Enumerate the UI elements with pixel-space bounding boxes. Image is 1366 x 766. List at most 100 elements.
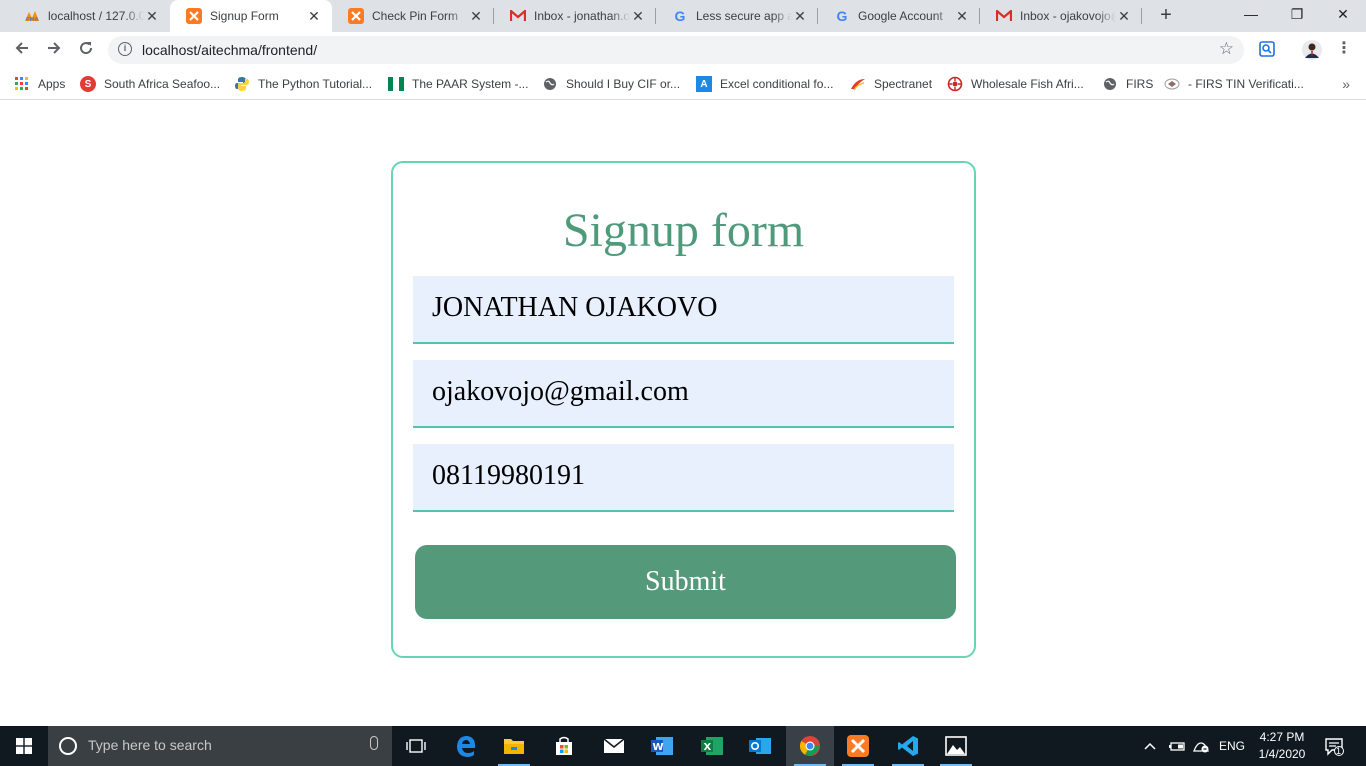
- bookmark-star-icon[interactable]: ☆: [1219, 39, 1234, 59]
- svg-text:PMA: PMA: [26, 17, 39, 22]
- bookmark-label: The PAAR System -...: [412, 77, 529, 91]
- tab-signup-form[interactable]: Signup Form ✕: [170, 0, 332, 32]
- close-icon[interactable]: ✕: [144, 8, 160, 25]
- bookmark-label: FIRS: [1126, 77, 1154, 91]
- bookmarks-overflow-button[interactable]: »: [1342, 76, 1350, 92]
- forward-button[interactable]: [42, 38, 66, 62]
- show-hidden-icons-button[interactable]: [1144, 726, 1156, 766]
- windows-logo-icon: [16, 738, 32, 754]
- spectranet-icon: [850, 76, 866, 92]
- tab-google-account[interactable]: G Google Account ✕: [818, 0, 980, 32]
- close-icon[interactable]: ✕: [306, 8, 322, 25]
- tab-title: Inbox - jonathan.ojakovo@gmail: [534, 9, 630, 23]
- name-field[interactable]: JONATHAN OJAKOVO: [413, 276, 954, 344]
- forward-arrow-icon: [48, 42, 61, 54]
- close-icon[interactable]: ✕: [468, 8, 484, 25]
- close-icon[interactable]: ✕: [954, 8, 970, 25]
- language-indicator[interactable]: ENG: [1219, 726, 1245, 766]
- tab-gmail-inbox-ojakovojo[interactable]: Inbox - ojakovojo@gmail.com ✕: [980, 0, 1142, 32]
- tab-gmail-inbox-jonathan[interactable]: Inbox - jonathan.ojakovo@gmail ✕: [494, 0, 656, 32]
- browser-tab-strip: PMA localhost / 127.0.0.1 / aitechma ✕ S…: [0, 0, 1366, 32]
- chevron-up-icon: [1144, 742, 1156, 750]
- a-logo-icon: A: [696, 76, 712, 92]
- firs-icon: [1164, 76, 1180, 92]
- close-icon[interactable]: ✕: [792, 8, 808, 25]
- bookmark-excel-conditional[interactable]: A Excel conditional fo...: [696, 74, 833, 94]
- phone-field[interactable]: 08119980191: [413, 444, 954, 512]
- submit-button[interactable]: Submit: [415, 545, 956, 619]
- tab-less-secure-app[interactable]: G Less secure app access ✕: [656, 0, 818, 32]
- tab-title: Inbox - ojakovojo@gmail.com: [1020, 9, 1116, 23]
- globe-icon: [1102, 76, 1118, 92]
- notification-center-button[interactable]: 1: [1324, 726, 1344, 766]
- bookmark-label: Wholesale Fish Afri...: [971, 77, 1084, 91]
- excel-icon[interactable]: X: [688, 726, 736, 766]
- bookmark-paar-system[interactable]: The PAAR System -...: [388, 74, 528, 94]
- reload-button[interactable]: [74, 38, 98, 62]
- apps-grid-icon: [14, 76, 30, 92]
- microphone-icon[interactable]: [370, 736, 378, 750]
- phpmyadmin-icon: PMA: [24, 8, 40, 24]
- vscode-icon[interactable]: [884, 726, 932, 766]
- tab-title: Signup Form: [210, 9, 279, 23]
- minimize-button[interactable]: —: [1228, 0, 1274, 30]
- tab-title: Check Pin Form: [372, 9, 459, 23]
- mail-icon[interactable]: [590, 726, 638, 766]
- file-explorer-icon[interactable]: [490, 726, 538, 766]
- address-bar[interactable]: i localhost/aitechma/frontend/ ☆: [108, 36, 1244, 64]
- bookmark-apps[interactable]: Apps: [14, 74, 65, 94]
- bookmark-cif[interactable]: Should I Buy CIF or...: [542, 74, 680, 94]
- cortana-icon: [59, 737, 77, 755]
- tab-phpmyadmin[interactable]: PMA localhost / 127.0.0.1 / aitechma ✕: [8, 0, 170, 32]
- nigeria-flag-icon: [388, 76, 404, 92]
- profile-avatar[interactable]: [1302, 40, 1322, 60]
- bookmark-firs-tin[interactable]: - FIRS TIN Verificati...: [1164, 74, 1304, 94]
- svg-text:W: W: [653, 742, 664, 753]
- back-button[interactable]: [10, 38, 34, 62]
- bookmark-label: The Python Tutorial...: [258, 77, 373, 91]
- bookmark-wholesale-fish[interactable]: Wholesale Fish Afri...: [947, 74, 1084, 94]
- notification-count: 1: [1336, 746, 1342, 756]
- photos-icon[interactable]: [932, 726, 980, 766]
- close-window-button[interactable]: ✕: [1320, 0, 1366, 30]
- form-title: Signup form: [562, 204, 805, 257]
- bookmark-label: Spectranet: [874, 77, 933, 91]
- svg-text:X: X: [704, 742, 712, 753]
- python-icon: [234, 76, 250, 92]
- bookmark-firs[interactable]: FIRS: [1102, 74, 1153, 94]
- browser-menu-icon[interactable]: ⋮: [1336, 40, 1352, 60]
- bookmark-south-africa-seafood[interactable]: S South Africa Seafoo...: [80, 74, 220, 94]
- info-icon[interactable]: i: [118, 42, 132, 56]
- xampp-icon: [348, 8, 364, 24]
- bookmark-label: Should I Buy CIF or...: [566, 77, 681, 91]
- battery-icon[interactable]: [1168, 726, 1186, 766]
- outlook-icon[interactable]: [736, 726, 784, 766]
- s-logo-icon: S: [80, 76, 96, 92]
- email-field[interactable]: ojakovojo@gmail.com: [413, 360, 954, 428]
- start-button[interactable]: [0, 726, 48, 766]
- word-icon[interactable]: W: [638, 726, 686, 766]
- restore-button[interactable]: ❐: [1274, 0, 1320, 30]
- close-icon[interactable]: ✕: [1116, 8, 1132, 25]
- task-view-icon[interactable]: [392, 726, 440, 766]
- google-icon: G: [836, 8, 848, 24]
- tab-title: Google Account: [858, 9, 943, 23]
- network-icon[interactable]: [1192, 726, 1210, 766]
- store-icon[interactable]: [540, 726, 588, 766]
- globe-icon: [542, 76, 558, 92]
- system-clock[interactable]: 4:27 PM 1/4/2020: [1254, 729, 1310, 763]
- new-tab-button[interactable]: +: [1154, 4, 1178, 28]
- browser-toolbar: i localhost/aitechma/frontend/ ☆ ⋮: [0, 32, 1366, 68]
- bookmark-spectranet[interactable]: Spectranet: [850, 74, 932, 94]
- extension-icon[interactable]: [1258, 40, 1278, 60]
- tab-title: Less secure app access: [696, 9, 792, 23]
- taskbar-search[interactable]: Type here to search: [48, 726, 392, 766]
- url-text[interactable]: localhost/aitechma/frontend/: [142, 42, 317, 58]
- chrome-icon[interactable]: [786, 726, 834, 766]
- close-icon[interactable]: ✕: [630, 8, 646, 25]
- bookmark-python-tutorial[interactable]: The Python Tutorial...: [234, 74, 372, 94]
- edge-icon[interactable]: [442, 726, 490, 766]
- tab-check-pin-form[interactable]: Check Pin Form ✕: [332, 0, 494, 32]
- windows-taskbar: Type here to search W X ENG 4:27 PM 1/4/…: [0, 726, 1366, 766]
- xampp-icon[interactable]: [834, 726, 882, 766]
